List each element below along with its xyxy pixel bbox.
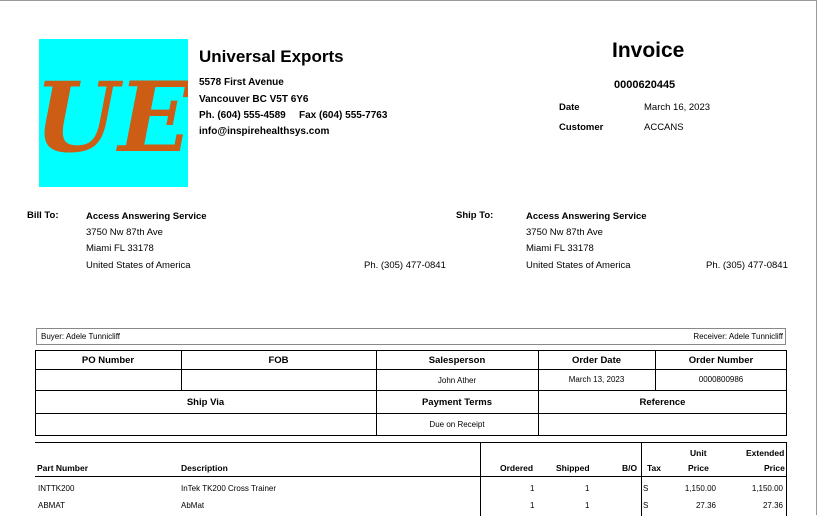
row2-extended-price: 27.36 <box>762 501 783 510</box>
invoice-number: 0000620445 <box>614 79 676 91</box>
row2-tax: S <box>643 501 649 510</box>
customer-label: Customer <box>559 122 604 133</box>
extended-price-header-top: Extended <box>746 448 785 458</box>
rule <box>35 369 787 370</box>
order-date-header: Order Date <box>571 355 622 366</box>
shipped-header: Shipped <box>556 463 590 473</box>
company-name: Universal Exports <box>199 47 344 66</box>
rule <box>786 442 787 516</box>
tax-header: Tax <box>647 463 662 473</box>
salesperson-value: John Ather <box>437 376 477 385</box>
rule <box>35 390 787 391</box>
row1-extended-price: 1,150.00 <box>751 484 783 493</box>
part-number-header: Part Number <box>37 463 89 473</box>
ship-to-phone: Ph. (305) 477-0841 <box>706 260 788 271</box>
description-header: Description <box>181 463 228 473</box>
row1-description: InTek TK200 Cross Trainer <box>181 484 277 493</box>
ordered-header: Ordered <box>500 463 534 473</box>
order-number-header: Order Number <box>688 355 754 366</box>
bill-to-name: Access Answering Service <box>86 211 207 222</box>
rule <box>641 442 642 516</box>
invoice-page: UE Universal Exports 5578 First Avenue V… <box>0 0 817 516</box>
rule <box>35 413 787 414</box>
company-email: info@inspirehealthsys.com <box>199 126 330 137</box>
row2-ordered: 1 <box>530 501 535 510</box>
ship-to-line3: United States of America <box>526 260 631 271</box>
order-date-value: March 13, 2023 <box>568 375 625 384</box>
row2-description: AbMat <box>181 501 205 510</box>
payment-terms-header: Payment Terms <box>421 397 493 408</box>
date-label: Date <box>559 102 580 113</box>
row2-shipped: 1 <box>585 501 590 510</box>
ship-to-name: Access Answering Service <box>526 211 647 222</box>
fob-header: FOB <box>268 355 289 366</box>
row1-unit-price: 1,150.00 <box>684 484 716 493</box>
bill-to-line3: United States of America <box>86 260 191 271</box>
company-fax: Fax (604) 555-7763 <box>299 110 388 121</box>
reference-header: Reference <box>639 397 686 408</box>
buyer-name: Buyer: Adele Tunnicliff <box>41 332 121 341</box>
date-value: March 16, 2023 <box>644 102 711 113</box>
row1-shipped: 1 <box>585 484 590 493</box>
ship-to-label: Ship To: <box>456 210 494 221</box>
row2-unit-price: 27.36 <box>695 501 716 510</box>
po-number-header: PO Number <box>81 355 135 366</box>
payment-terms-value: Due on Receipt <box>429 420 485 429</box>
extended-price-header-bottom: Price <box>764 463 785 473</box>
order-number-value: 0000800986 <box>698 375 744 384</box>
logo-text: UE <box>39 61 188 174</box>
company-phone: Ph. (604) 555-4589 <box>199 110 286 121</box>
receiver-name: Receiver: Adele Tunnicliff <box>693 332 783 341</box>
company-address: 5578 First Avenue <box>199 77 284 88</box>
ship-to-line1: 3750 Nw 87th Ave <box>526 227 603 238</box>
buyer-receiver-strip <box>36 328 786 345</box>
row1-ordered: 1 <box>530 484 535 493</box>
row1-part: INTTK200 <box>38 484 75 493</box>
bill-to-label: Bill To: <box>27 210 59 221</box>
rule <box>35 476 787 477</box>
row1-tax: S <box>643 484 649 493</box>
unit-price-header-top: Unit <box>690 448 707 458</box>
company-city: Vancouver BC V5T 6Y6 <box>199 94 309 105</box>
bill-to-line2: Miami FL 33178 <box>86 243 154 254</box>
row2-part: ABMAT <box>38 501 65 510</box>
bill-to-phone: Ph. (305) 477-0841 <box>364 260 446 271</box>
ship-to-line2: Miami FL 33178 <box>526 243 594 254</box>
unit-price-header-bottom: Price <box>688 463 709 473</box>
customer-value: ACCANS <box>644 122 684 133</box>
ship-via-header: Ship Via <box>186 397 225 408</box>
invoice-title: Invoice <box>612 39 685 62</box>
bill-to-line1: 3750 Nw 87th Ave <box>86 227 163 238</box>
rule <box>480 442 481 516</box>
salesperson-header: Salesperson <box>428 355 486 366</box>
rule <box>35 442 787 443</box>
company-logo: UE <box>39 39 188 187</box>
bo-header: B/O <box>622 463 638 473</box>
